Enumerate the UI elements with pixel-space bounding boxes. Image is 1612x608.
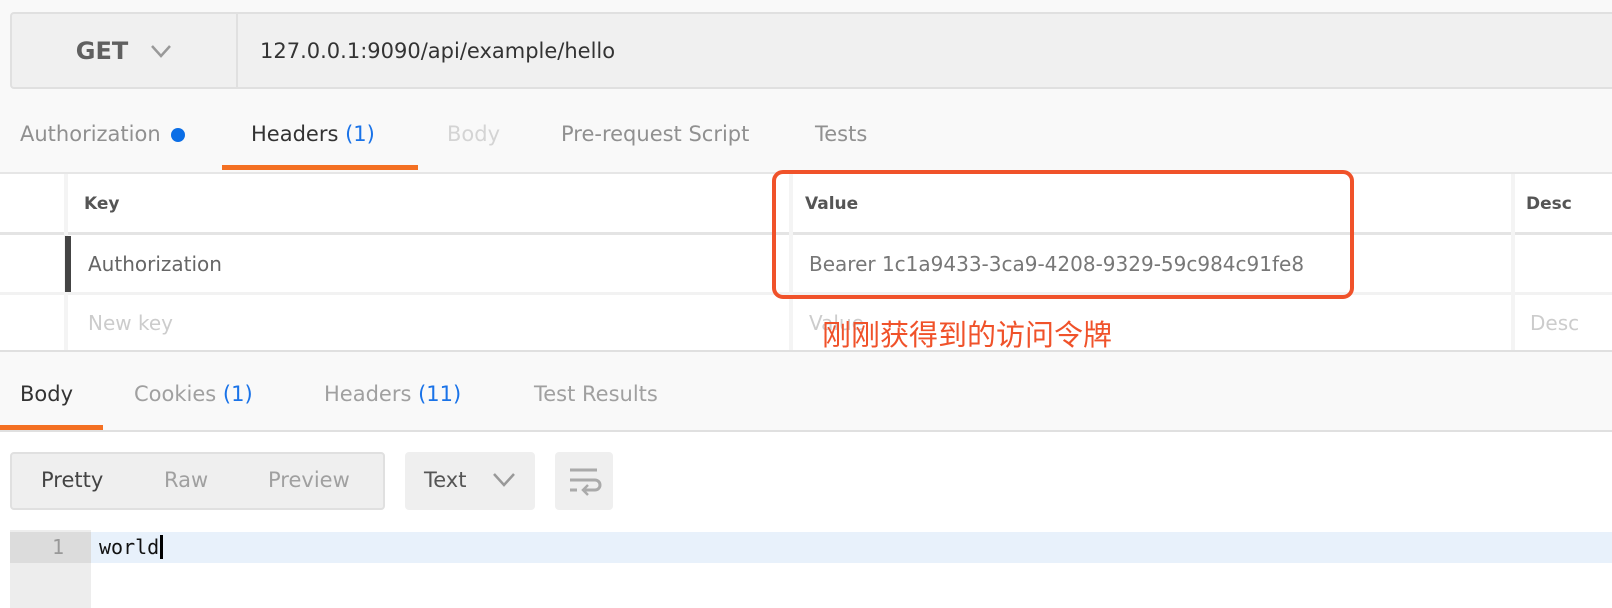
wrap-lines-icon <box>570 468 602 496</box>
annotation-text: 刚刚获得到的访问令牌 <box>822 318 1113 352</box>
tab-pre-request-script[interactable]: Pre-request Script <box>561 122 749 146</box>
preview-button[interactable]: Preview <box>268 468 350 492</box>
pretty-button[interactable]: Pretty <box>41 468 103 492</box>
tab-count: (1) <box>222 382 253 406</box>
active-tab-underline <box>222 165 418 170</box>
new-description-input[interactable]: Desc <box>1530 311 1579 335</box>
chevron-down-icon <box>151 44 172 58</box>
response-tab-cookies[interactable]: Cookies (1) <box>134 382 253 406</box>
modified-dot-icon <box>170 128 185 142</box>
annotation-highlight-box <box>772 170 1354 299</box>
tab-label: Headers <box>251 122 339 146</box>
url-bar: GET 127.0.0.1:9090/api/example/hello <box>10 12 1612 89</box>
response-tab-body[interactable]: Body <box>20 382 73 406</box>
response-body-editor[interactable]: 1 world <box>10 530 1612 608</box>
column-header-key: Key <box>84 194 120 214</box>
chevron-down-icon <box>493 473 515 487</box>
method-label: GET <box>75 36 129 65</box>
raw-button[interactable]: Raw <box>164 468 208 492</box>
wrap-lines-button[interactable] <box>555 452 613 510</box>
tab-body[interactable]: Body <box>447 122 500 146</box>
response-tab-headers[interactable]: Headers (11) <box>324 382 461 406</box>
row-drag-handle[interactable] <box>65 236 71 292</box>
response-tab-test-results[interactable]: Test Results <box>534 382 658 406</box>
tab-count: (11) <box>418 382 462 406</box>
method-select[interactable]: GET <box>12 14 238 87</box>
tab-authorization[interactable]: Authorization <box>20 122 185 146</box>
active-line <box>91 532 1612 563</box>
tab-label: Cookies <box>134 382 217 406</box>
line-number: 1 <box>52 535 65 559</box>
new-key-input[interactable]: New key <box>88 311 173 335</box>
tab-headers[interactable]: Headers (1) <box>251 122 375 146</box>
column-header-description: Desc <box>1526 194 1572 214</box>
tab-count: (1) <box>345 122 375 146</box>
tab-tests[interactable]: Tests <box>815 122 867 146</box>
url-input[interactable]: 127.0.0.1:9090/api/example/hello <box>260 14 615 87</box>
tab-label: Authorization <box>20 122 161 146</box>
format-select-label: Text <box>424 468 467 492</box>
header-key-cell[interactable]: Authorization <box>88 252 222 276</box>
tab-label: Headers <box>324 382 412 406</box>
code-line: world <box>99 535 164 559</box>
